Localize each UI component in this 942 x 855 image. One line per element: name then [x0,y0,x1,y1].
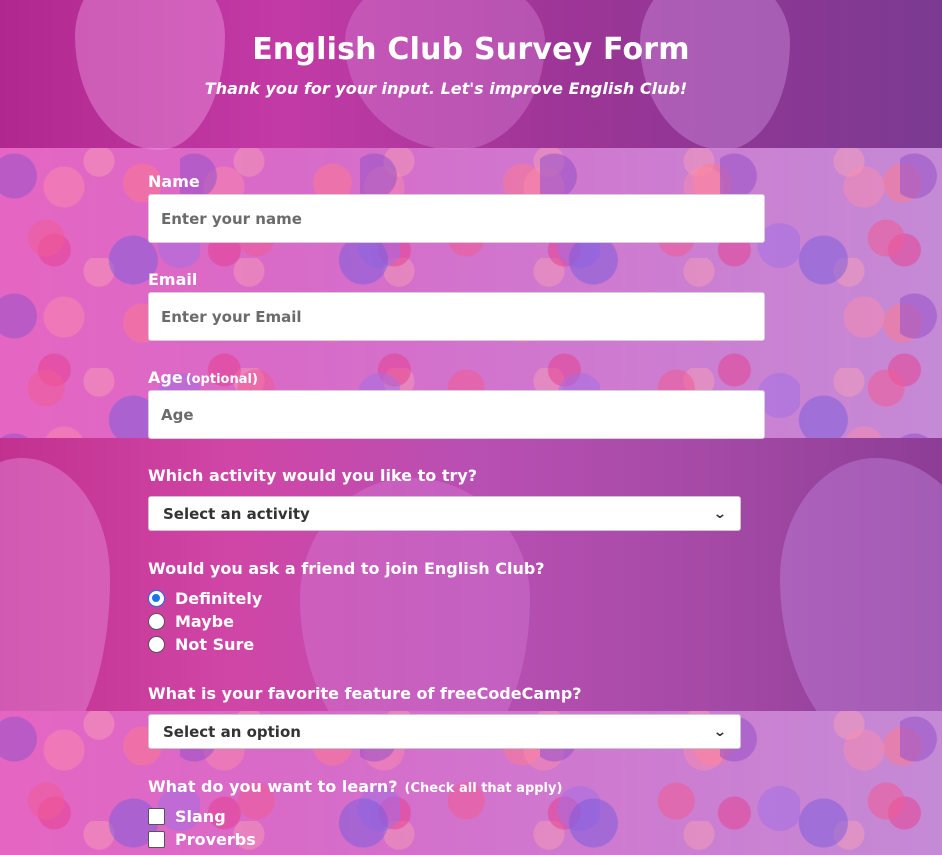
radio-label: Not Sure [175,635,255,654]
learn-label: What do you want to learn? (Check all tha… [148,777,562,796]
learn-label-text: What do you want to learn? [148,777,398,796]
radio-label: Maybe [175,612,234,631]
age-label: Age (optional) [148,368,258,387]
activity-select-value: Select an activity [163,504,310,523]
checkbox[interactable] [148,808,165,825]
age-label-text: Age [148,368,183,387]
checkbox-label: Proverbs [175,830,256,849]
checkbox-slang[interactable]: Slang [148,807,226,826]
radio-definitely[interactable]: Definitely [148,589,262,608]
page-title: English Club Survey Form [252,32,690,67]
email-input[interactable] [148,292,765,341]
email-label: Email [148,270,198,289]
recommend-label: Would you ask a friend to join English C… [148,559,545,578]
page-subtitle: Thank you for your input. Let's improve … [204,79,688,98]
name-label: Name [148,172,200,191]
checkbox-label: Slang [175,807,226,826]
radio-button[interactable] [148,613,165,630]
feature-label: What is your favorite feature of freeCod… [148,684,582,703]
page-subtitle-wrap: Thank you for your input. Let's improve … [0,79,892,98]
age-label-note: (optional) [185,372,258,387]
checkbox-proverbs[interactable]: Proverbs [148,830,256,849]
learn-label-note: (Check all that apply) [404,781,563,796]
radio-not-sure[interactable]: Not Sure [148,635,254,654]
name-input[interactable] [148,194,765,243]
radio-button[interactable] [148,636,165,653]
radio-maybe[interactable]: Maybe [148,612,234,631]
chevron-down-icon: ⌄ [713,505,728,522]
feature-select[interactable]: Select an option ⌄ [148,714,741,749]
activity-select[interactable]: Select an activity ⌄ [148,496,741,531]
radio-button[interactable] [148,590,165,607]
radio-label: Definitely [175,589,263,608]
checkbox[interactable] [148,831,165,848]
chevron-down-icon: ⌄ [713,723,728,740]
activity-label: Which activity would you like to try? [148,466,478,485]
age-input[interactable] [148,390,765,439]
feature-select-value: Select an option [163,722,301,741]
